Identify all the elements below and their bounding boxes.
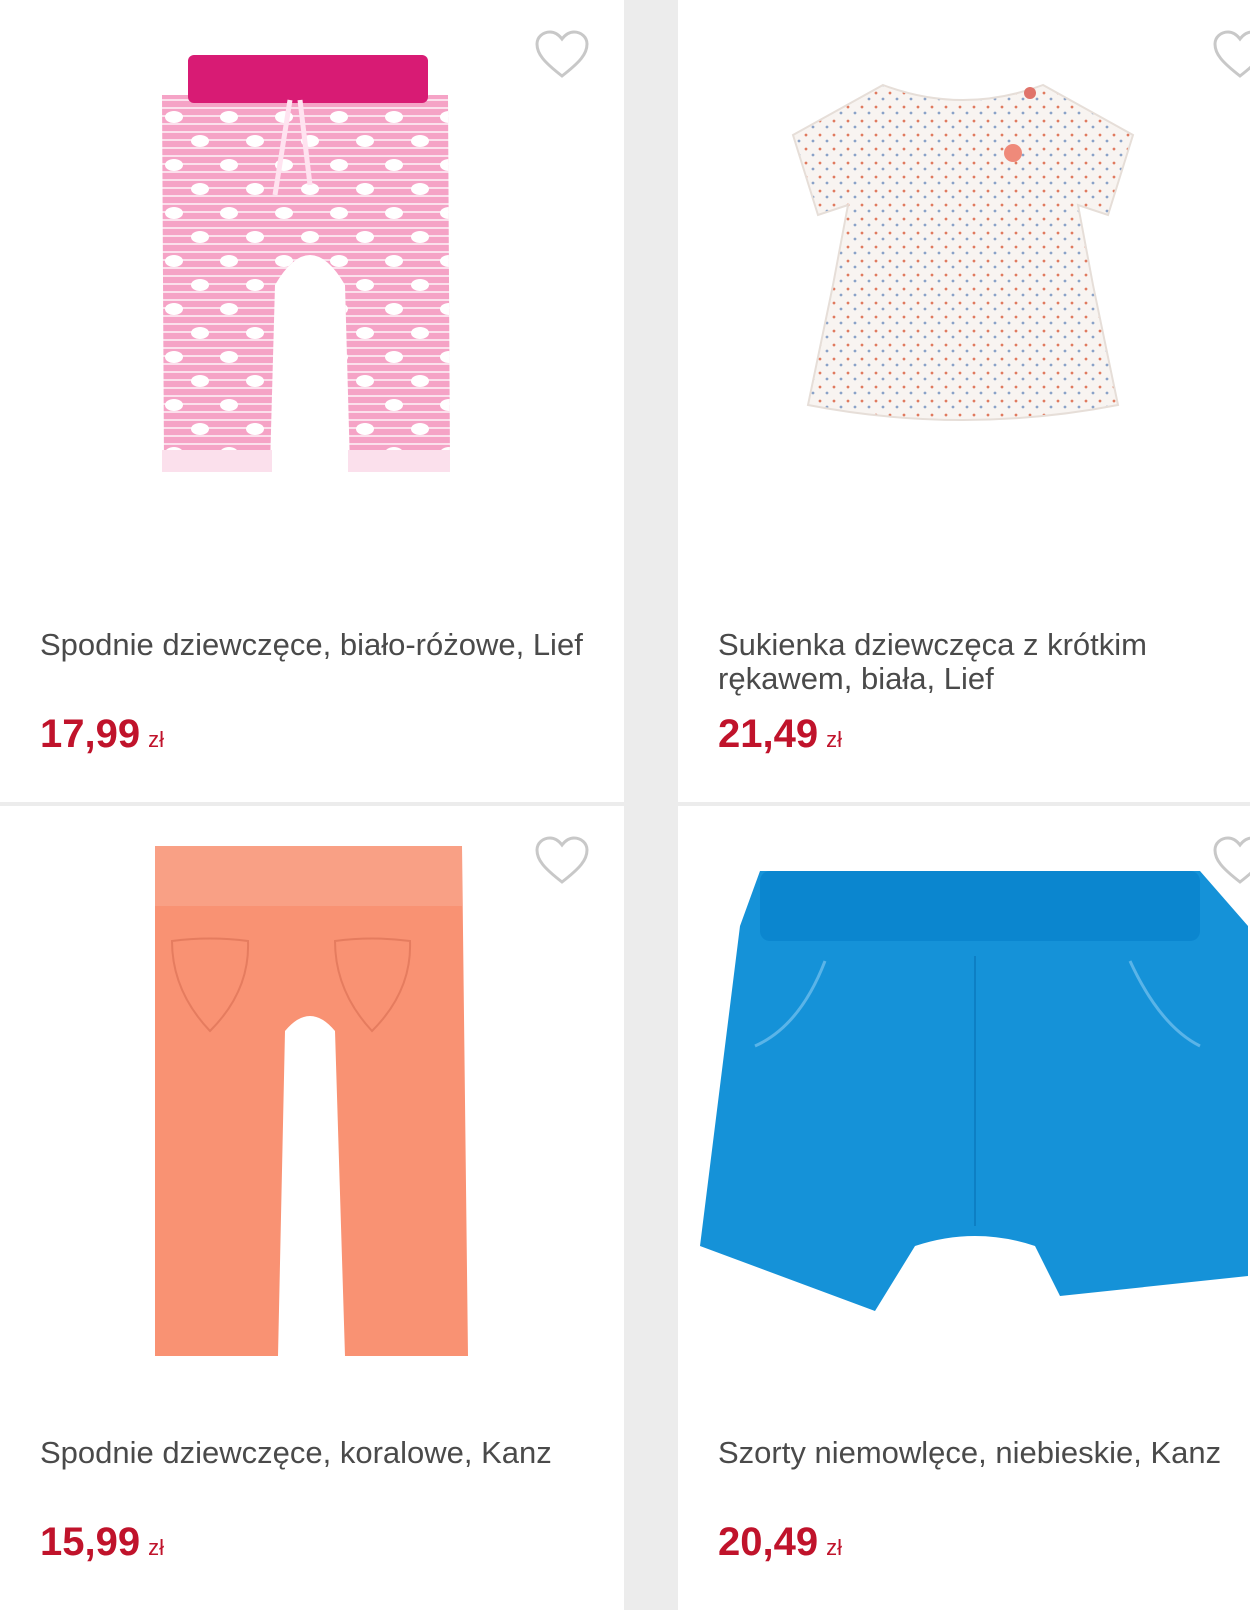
product-card[interactable]: Szorty niemowlęce, niebieskie, Kanz 20,4…: [678, 806, 1250, 1610]
product-price: 20,49 zł: [718, 1520, 842, 1564]
product-image-white-dress[interactable]: [788, 75, 1138, 435]
product-card[interactable]: Spodnie dziewczęce, koralowe, Kanz 15,99…: [0, 806, 624, 1610]
product-title[interactable]: Spodnie dziewczęce, koralowe, Kanz: [40, 1436, 600, 1470]
product-title[interactable]: Sukienka dziewczęca z krótkim rękawem, b…: [718, 628, 1238, 696]
product-price: 17,99 zł: [40, 712, 164, 756]
product-image-coral-pants[interactable]: [150, 841, 470, 1361]
product-price: 21,49 zł: [718, 712, 842, 756]
product-card[interactable]: Spodnie dziewczęce, biało-różowe, Lief 1…: [0, 0, 624, 802]
product-price: 15,99 zł: [40, 1520, 164, 1564]
heart-icon[interactable]: [1212, 30, 1250, 80]
product-card[interactable]: Sukienka dziewczęca z krótkim rękawem, b…: [678, 0, 1250, 802]
heart-icon[interactable]: [534, 836, 590, 886]
heart-icon[interactable]: [534, 30, 590, 80]
product-title[interactable]: Spodnie dziewczęce, biało-różowe, Lief: [40, 628, 600, 662]
product-image-pink-pants[interactable]: [160, 55, 460, 485]
product-title[interactable]: Szorty niemowlęce, niebieskie, Kanz: [718, 1436, 1238, 1470]
product-image-blue-shorts[interactable]: [700, 866, 1248, 1326]
